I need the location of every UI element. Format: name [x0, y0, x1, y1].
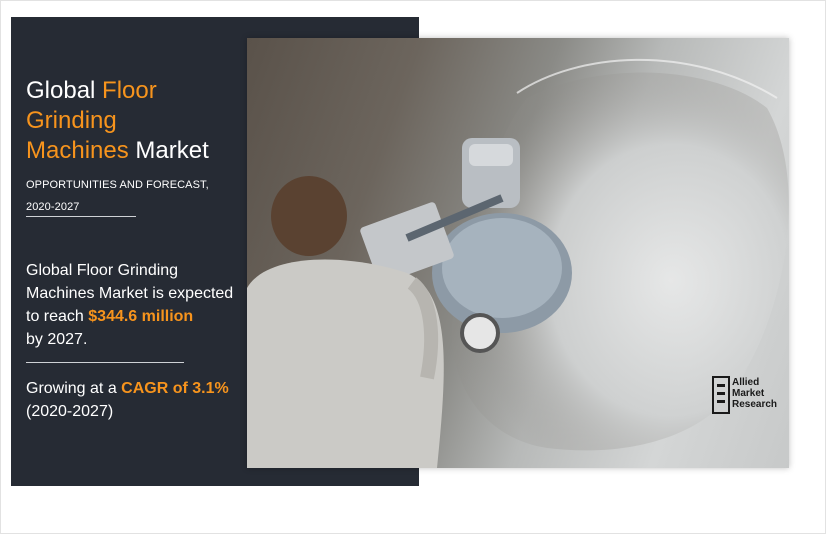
stat-value: $344.6 million — [88, 308, 194, 325]
stat-line-3-prefix: to reach — [26, 308, 84, 325]
cagr-prefix: Growing at a — [26, 380, 117, 397]
cagr-stat: Growing at a CAGR of 3.1% (2020-2027) — [26, 377, 246, 423]
logo-text: Allied Market Research — [732, 377, 792, 410]
subtitle-line-2: 2020-2027 — [26, 201, 80, 213]
logo-line-1: Allied — [732, 377, 760, 388]
market-stat: Global Floor Grinding Machines Market is… — [26, 259, 246, 351]
grinder-top — [442, 218, 562, 318]
title-highlight-grinding: Grinding — [26, 107, 117, 134]
motor-cap — [469, 144, 513, 166]
infographic-title: Global Floor Grinding Machines Market — [26, 76, 256, 166]
stat-line-1: Global Floor Grinding — [26, 262, 179, 279]
grinder-wheel — [460, 313, 500, 353]
photo-illustration — [247, 58, 789, 468]
logo-line-3: Research — [732, 399, 778, 410]
worker-head — [271, 176, 347, 256]
stat-line-2: Machines Market is expected — [26, 285, 234, 302]
title-highlight-machines: Machines — [26, 137, 129, 164]
cagr-value: CAGR of 3.1% — [121, 380, 229, 397]
cagr-period: (2020-2027) — [26, 403, 114, 420]
divider-1 — [26, 216, 136, 217]
infographic-subtitle: OPPORTUNITIES AND FORECAST, 2020-2027 — [26, 174, 226, 218]
subtitle-line-1: OPPORTUNITIES AND FORECAST, — [26, 179, 209, 191]
title-suffix: Market — [135, 137, 209, 164]
logo-line-2: Market — [732, 388, 765, 399]
logo-mark-icon — [712, 376, 730, 414]
title-prefix: Global — [26, 77, 96, 104]
divider-2 — [26, 362, 184, 363]
allied-market-research-logo: Allied Market Research — [712, 376, 788, 418]
floor-grinding-photo — [247, 38, 789, 468]
stat-line-4: by 2027. — [26, 331, 88, 348]
title-highlight-floor: Floor — [102, 77, 157, 104]
